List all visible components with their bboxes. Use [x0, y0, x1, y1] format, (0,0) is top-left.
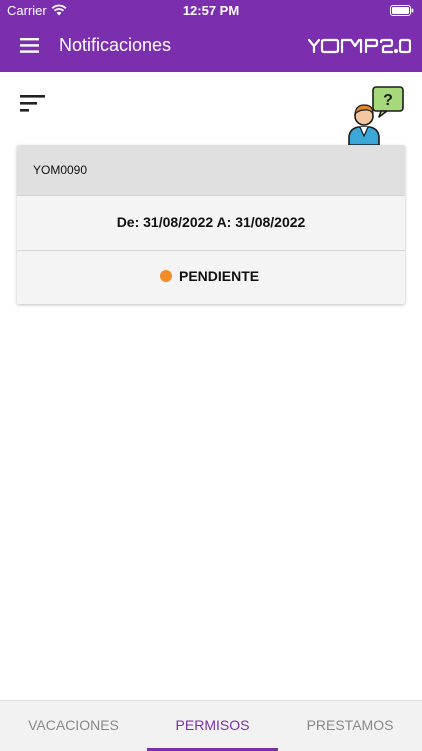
app-header: Carrier 12:57 PM Notificaciones — [0, 0, 422, 72]
date-range: De: 31/08/2022 A: 31/08/2022 — [116, 214, 306, 230]
page-title: Notificaciones — [59, 35, 172, 55]
yomp-logo — [308, 38, 411, 54]
card-status-row: PENDIENTE — [17, 251, 405, 304]
card-id-row: YOM0090 — [17, 145, 405, 196]
employee-code: YOM0090 — [33, 163, 88, 177]
status-indicator-dot — [160, 270, 172, 282]
tab-prestamos[interactable]: PRESTAMOS — [278, 701, 422, 751]
status-label: PENDIENTE — [179, 268, 260, 284]
help-support-person-icon[interactable]: ? — [347, 86, 405, 146]
battery-icon — [390, 5, 414, 16]
notification-card[interactable]: YOM0090 De: 31/08/2022 A: 31/08/2022 PEN… — [17, 145, 405, 304]
status-time: 12:57 PM — [182, 3, 240, 18]
sort-filter-icon[interactable] — [20, 95, 45, 112]
status-bar: Carrier 12:57 PM — [0, 0, 422, 22]
svg-text:?: ? — [383, 92, 393, 109]
card-date-row: De: 31/08/2022 A: 31/08/2022 — [17, 195, 405, 251]
tab-permisos[interactable]: PERMISOS — [147, 701, 278, 751]
tab-label: PRESTAMOS — [306, 717, 394, 733]
tab-label: VACACIONES — [28, 717, 119, 733]
tab-vacaciones[interactable]: VACACIONES — [0, 701, 147, 751]
tab-label: PERMISOS — [175, 717, 250, 733]
hamburger-menu-icon[interactable] — [20, 38, 39, 53]
bottom-tab-bar: VACACIONES PERMISOS PRESTAMOS — [0, 700, 422, 751]
